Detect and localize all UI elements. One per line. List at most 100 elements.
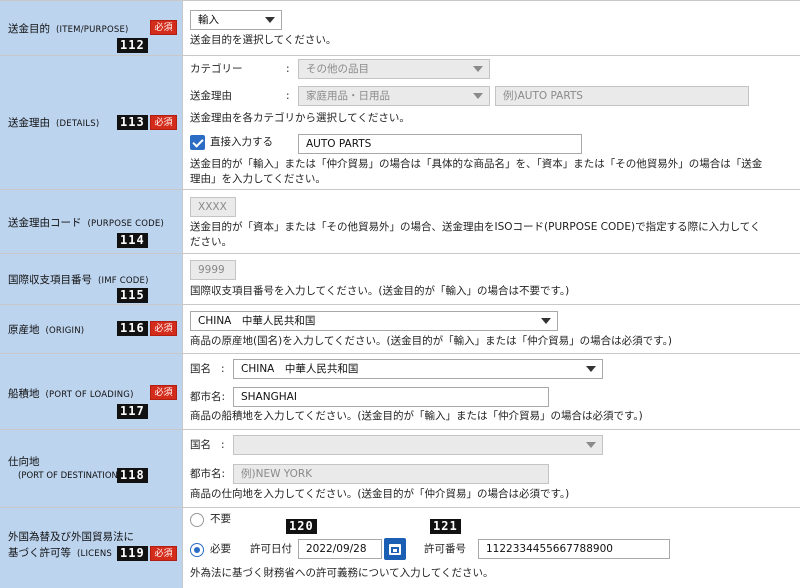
label-en: (PORT OF LOADING) (45, 390, 134, 400)
direct-input-checkbox[interactable] (190, 135, 205, 150)
colon: : (221, 363, 225, 375)
field-number: 113 (117, 115, 148, 130)
origin-select[interactable]: CHINA 中華人民共和国 (190, 311, 558, 331)
country-label: 国名 (190, 363, 211, 375)
required-badge: 必須 (150, 546, 177, 561)
field-number: 115 (117, 288, 148, 303)
country-label: 国名 (190, 439, 211, 451)
chevron-down-icon (473, 93, 483, 99)
purpose-select-value: 輸入 (198, 14, 219, 26)
colon: : (286, 90, 290, 102)
license-number-label: 許可番号 (424, 543, 466, 555)
loading-city-input[interactable]: SHANGHAI (233, 387, 549, 407)
reason-text-input[interactable]: 例)AUTO PARTS (495, 86, 749, 106)
label-en: (PORT OF DESTINATION) (18, 471, 122, 481)
loading-country-select[interactable]: CHINA 中華人民共和国 (233, 359, 603, 379)
row-port-of-loading: 船積地 (PORT OF LOADING) 必須 117 国名 : CHINA 中… (0, 354, 800, 430)
colon: : (221, 439, 225, 451)
chevron-down-icon (473, 66, 483, 72)
required-badge: 必須 (150, 321, 177, 336)
city-label: 都市名: (190, 468, 226, 480)
row-label: 送金理由コード (PURPOSE CODE) 114 (0, 190, 183, 253)
label-en: (LICENS (77, 549, 113, 559)
details-help-2b: 理由」を入力してください。 (190, 173, 326, 185)
direct-input-field[interactable]: AUTO PARTS (298, 134, 582, 154)
destination-city-input[interactable]: 例)NEW YORK (233, 464, 549, 484)
row-label: 送金目的 (ITEM/PURPOSE) 必須 112 (0, 1, 183, 55)
field-number: 114 (117, 233, 148, 248)
label-en: (ORIGIN) (45, 326, 85, 336)
reason-label: 送金理由 (190, 90, 232, 102)
license-number-input[interactable]: 1122334455667788900 (478, 539, 670, 559)
label-en: (PURPOSE CODE) (87, 219, 165, 229)
direct-input-label: 直接入力する (210, 136, 273, 148)
imf-help: 国際収支項目番号を入力してください。(送金目的が「輸入」の場合は不要です。) (190, 285, 570, 297)
required-badge: 必須 (150, 115, 177, 130)
row-label: 船積地 (PORT OF LOADING) 必須 117 (0, 354, 183, 429)
required-badge: 必須 (150, 385, 177, 400)
label-en: (ITEM/PURPOSE) (56, 25, 129, 35)
field-number-license: 121 (430, 519, 461, 534)
row-port-of-destination: 仕向地 (PORT OF DESTINATION) 118 国名 : 都市名: … (0, 430, 800, 508)
purpose-code-help-a: 送金目的が「資本」または「その他貿易外」の場合、送金理由をISOコード(PURP… (190, 221, 761, 233)
chevron-down-icon (586, 442, 596, 448)
origin-help: 商品の原産地(国名)を入力してください。(送金目的が「輸入」または「仲介貿易」の… (190, 335, 672, 347)
field-number: 118 (117, 468, 148, 483)
label-en: (IMF CODE) (98, 276, 149, 286)
details-help-1: 送金理由を各カテゴリから選択してください。 (190, 112, 410, 124)
origin-select-value: CHINA 中華人民共和国 (198, 315, 316, 327)
city-label: 都市名: (190, 391, 226, 403)
label-text-line1: 外国為替及び外国貿易法に (8, 531, 134, 543)
label-text: 送金理由コード (8, 217, 82, 229)
license-not-required-radio[interactable] (190, 513, 204, 527)
chevron-down-icon (586, 366, 596, 372)
row-license: 外国為替及び外国貿易法に 基づく許可等 (LICENS 119 必須 不要 120… (0, 508, 800, 588)
calendar-icon[interactable] (384, 538, 406, 560)
required-badge: 必須 (150, 20, 177, 35)
row-label: 外国為替及び外国貿易法に 基づく許可等 (LICENS 119 必須 (0, 508, 183, 588)
license-required-label: 必要 (210, 543, 231, 555)
field-number: 112 (117, 38, 148, 53)
reason-select[interactable]: 家庭用品・日用品 (298, 86, 490, 106)
field-number-date: 120 (286, 519, 317, 534)
chevron-down-icon (265, 17, 275, 23)
row-label: 原産地 (ORIGIN) 116 必須 (0, 305, 183, 353)
label-text: 原産地 (8, 324, 40, 336)
destination-country-select[interactable] (233, 435, 603, 455)
purpose-code-input[interactable]: XXXX (190, 197, 236, 217)
colon: : (286, 63, 290, 75)
row-label: 送金理由 (DETAILS) 113 必須 (0, 56, 183, 189)
label-text: 仕向地 (8, 456, 40, 468)
row-imf-code: 国際収支項目番号 (IMF CODE) 115 9999 国際収支項目番号を入力し… (0, 254, 800, 305)
destination-help: 商品の仕向地を入力してください。(送金目的が「仲介貿易」の場合は必須です。) (190, 488, 570, 500)
purpose-help: 送金目的を選択してください。 (190, 34, 337, 46)
category-select[interactable]: その他の品目 (298, 59, 490, 79)
purpose-code-help-b: ださい。 (190, 236, 232, 248)
label-text: 送金目的 (8, 23, 50, 35)
row-label: 国際収支項目番号 (IMF CODE) 115 (0, 254, 183, 304)
label-en: (DETAILS) (56, 119, 100, 129)
category-label: カテゴリー (190, 63, 243, 75)
license-required-radio[interactable] (190, 543, 204, 557)
license-not-required-label: 不要 (210, 513, 231, 525)
row-details: 送金理由 (DETAILS) 113 必須 カテゴリー : その他の品目 送金理由… (0, 56, 800, 190)
field-number: 116 (117, 321, 148, 336)
remittance-form: 送金目的 (ITEM/PURPOSE) 必須 112 輸入 送金目的を選択してくだ… (0, 0, 800, 588)
label-text: 船積地 (8, 388, 40, 400)
chevron-down-icon (541, 318, 551, 324)
row-label: 仕向地 (PORT OF DESTINATION) 118 (0, 430, 183, 507)
details-help-2a: 送金目的が「輸入」または「仲介貿易」の場合は「具体的な商品名」を、「資本」または… (190, 158, 763, 170)
license-date-input[interactable]: 2022/09/28 (298, 539, 382, 559)
label-text: 送金理由 (8, 117, 50, 129)
imf-code-input[interactable]: 9999 (190, 260, 236, 280)
purpose-select[interactable]: 輸入 (190, 10, 282, 30)
license-help: 外為法に基づく財務省への許可義務について入力してください。 (190, 567, 494, 579)
category-select-value: その他の品目 (306, 63, 369, 75)
license-date-label: 許可日付 (250, 543, 292, 555)
loading-country-value: CHINA 中華人民共和国 (241, 363, 359, 375)
loading-help: 商品の船積地を入力してください。(送金目的が「輸入」または「仲介貿易」の場合は必… (190, 410, 643, 422)
row-origin: 原産地 (ORIGIN) 116 必須 CHINA 中華人民共和国 商品の原産地(… (0, 305, 800, 354)
row-purpose-code: 送金理由コード (PURPOSE CODE) 114 XXXX 送金目的が「資本」… (0, 190, 800, 254)
field-number: 117 (117, 404, 148, 419)
label-text-line2: 基づく許可等 (8, 547, 71, 559)
